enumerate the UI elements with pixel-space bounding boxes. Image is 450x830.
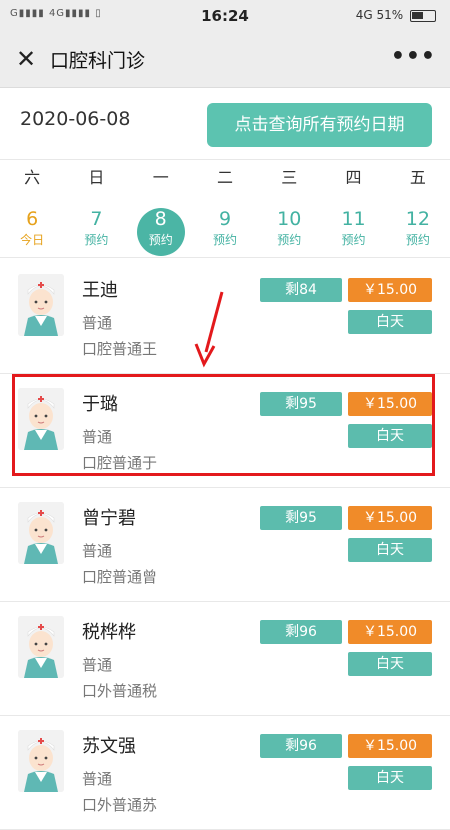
doctor-avatar-icon — [18, 502, 64, 564]
day-number: 7 — [90, 208, 103, 230]
weekday-label: 一 — [152, 168, 169, 187]
weekday-label: 六 — [24, 168, 41, 187]
highlight-box — [12, 374, 435, 476]
period-badge[interactable]: 白天 — [348, 766, 432, 790]
price-badge: ￥15.00 — [348, 506, 432, 530]
day-item-selected[interactable]: 8 预约 — [129, 198, 193, 257]
day-number: 12 — [405, 208, 430, 230]
doctor-name: 曾宁碧 — [82, 508, 136, 529]
query-all-dates-button[interactable]: 点击查询所有预约日期 — [207, 103, 432, 147]
doctor-avatar-icon — [18, 616, 64, 678]
date-header: 2020-06-08 点击查询所有预约日期 — [0, 88, 450, 160]
day-status: 预约 — [405, 233, 430, 247]
day-number: 8 — [154, 208, 167, 230]
doctor-row[interactable]: 苏文强 普通 口外普通苏 剩96 ￥15.00 白天 — [0, 718, 450, 830]
doctor-avatar-icon — [18, 274, 64, 336]
day-item[interactable]: 11 预约 — [321, 198, 385, 257]
day-status: 今日 — [20, 233, 45, 247]
day-number: 9 — [218, 208, 232, 230]
day-number: 6 — [26, 208, 39, 230]
period-badge[interactable]: 白天 — [348, 310, 432, 334]
weekday-label: 四 — [345, 168, 362, 187]
status-right: 4G 51% — [356, 8, 436, 22]
doctor-type: 普通 — [82, 542, 113, 560]
price-badge: ￥15.00 — [348, 278, 432, 302]
date-selector: 6 今日 7 预约 8 预约 9 预约 10 预约 11 预约 12 预约 — [0, 198, 450, 258]
day-number: 10 — [277, 208, 302, 230]
doctor-type: 普通 — [82, 314, 113, 332]
status-bar: G▮▮▮▮ 4G▮▮▮▮ ▯ 16:24 4G 51% — [0, 0, 450, 32]
day-item[interactable]: 10 预约 — [257, 198, 321, 257]
doctor-department: 口外普通苏 — [82, 796, 158, 814]
page-title: 口腔科门诊 — [50, 50, 146, 72]
doctor-type: 普通 — [82, 770, 113, 788]
current-date: 2020-06-08 — [20, 108, 131, 130]
doctor-name: 税桦桦 — [82, 622, 136, 643]
remaining-badge: 剩84 — [260, 278, 342, 302]
doctor-department: 口外普通税 — [82, 682, 158, 700]
remaining-badge: 剩96 — [260, 734, 342, 758]
doctor-department: 口腔普通曾 — [82, 568, 158, 586]
day-status: 预约 — [84, 233, 109, 247]
doctor-name: 苏文强 — [82, 736, 136, 757]
period-badge[interactable]: 白天 — [348, 538, 432, 562]
weekday-row: 六 日 一 二 三 四 五 — [0, 162, 450, 194]
weekday-label: 日 — [88, 168, 105, 187]
day-item[interactable]: 12 预约 — [386, 198, 450, 257]
doctor-row[interactable]: 税桦桦 普通 口外普通税 剩96 ￥15.00 白天 — [0, 604, 450, 716]
price-badge: ￥15.00 — [348, 734, 432, 758]
doctor-department: 口腔普通王 — [82, 340, 158, 358]
day-status: 预约 — [212, 233, 237, 247]
weekday-label: 二 — [216, 168, 233, 187]
doctor-name: 王迪 — [82, 280, 118, 301]
day-status: 预约 — [277, 233, 302, 247]
day-status: 预约 — [341, 233, 366, 247]
price-badge: ￥15.00 — [348, 620, 432, 644]
doctor-type: 普通 — [82, 656, 113, 674]
battery-icon — [410, 9, 436, 22]
nav-bar: ✕ 口腔科门诊 ••• — [0, 32, 450, 88]
doctor-row[interactable]: 曾宁碧 普通 口腔普通曾 剩95 ￥15.00 白天 — [0, 490, 450, 602]
doctor-row[interactable]: 王迪 普通 口腔普通王 剩84 ￥15.00 白天 — [0, 262, 450, 374]
day-number: 11 — [341, 208, 366, 230]
close-icon[interactable]: ✕ — [14, 46, 38, 72]
weekday-label: 三 — [281, 168, 298, 187]
day-item[interactable]: 7 预约 — [64, 198, 128, 257]
day-item-today[interactable]: 6 今日 — [0, 198, 64, 257]
day-status: 预约 — [148, 233, 173, 247]
doctor-avatar-icon — [18, 730, 64, 792]
remaining-badge: 剩95 — [260, 506, 342, 530]
period-badge[interactable]: 白天 — [348, 652, 432, 676]
remaining-badge: 剩96 — [260, 620, 342, 644]
battery-percent: 4G 51% — [355, 8, 404, 22]
day-item[interactable]: 9 预约 — [193, 198, 257, 257]
weekday-label: 五 — [409, 168, 426, 187]
more-menu-icon[interactable]: ••• — [391, 44, 436, 69]
